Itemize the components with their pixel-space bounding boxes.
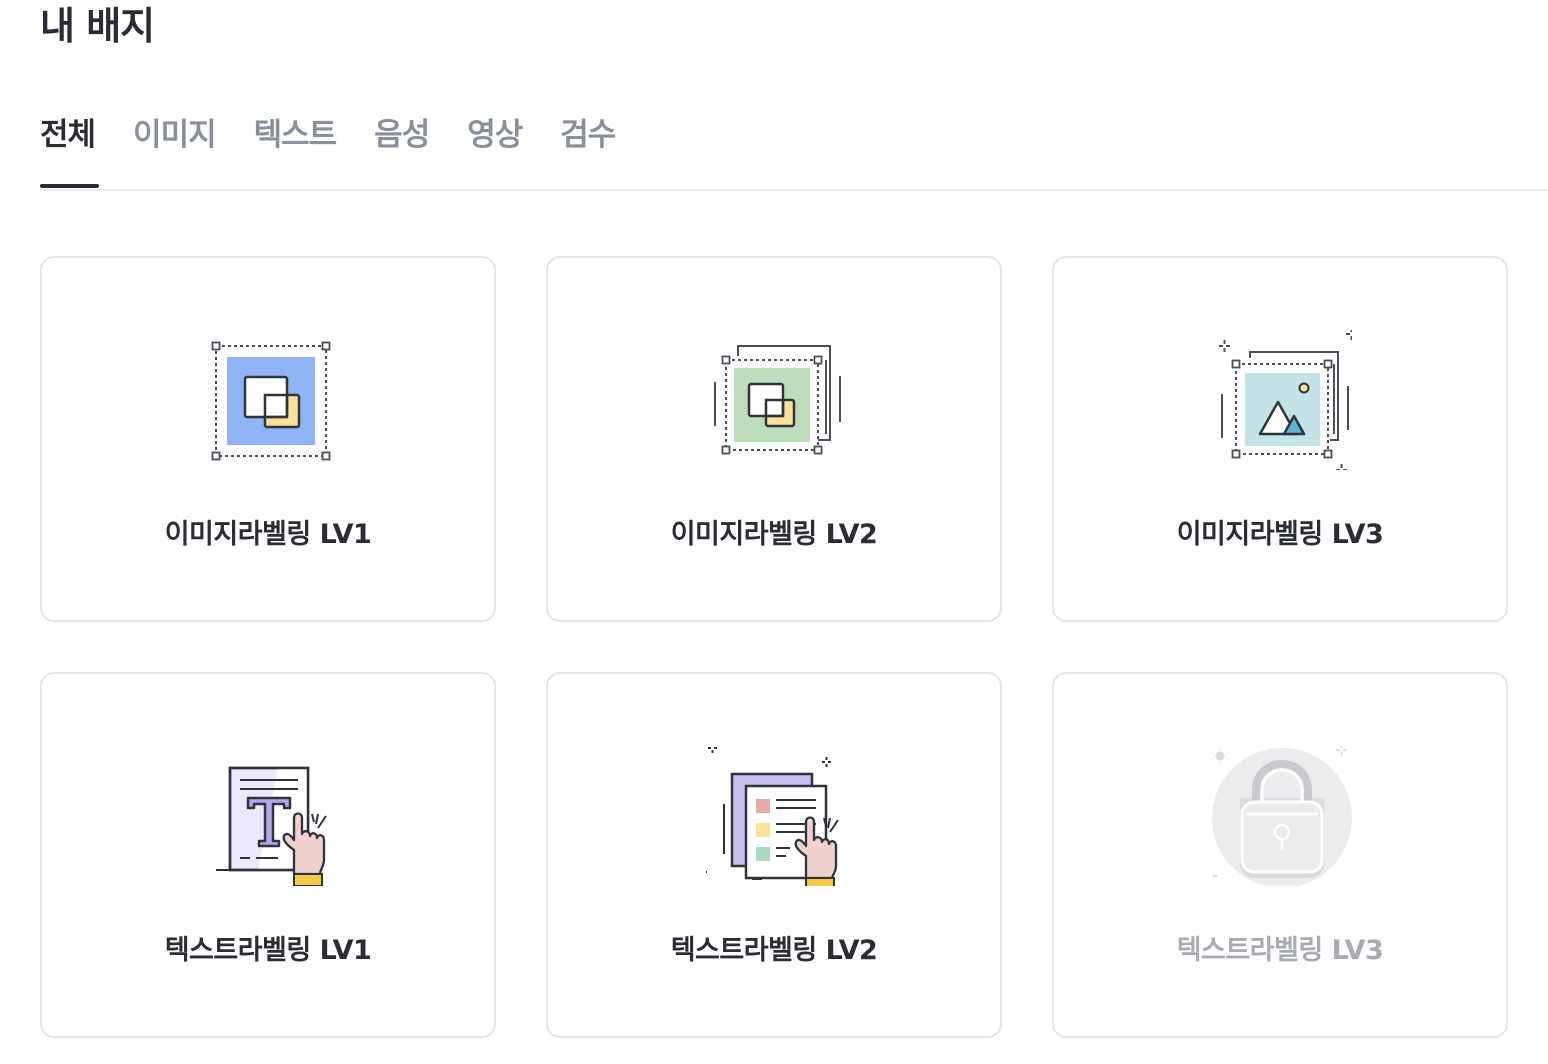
text-labeling-lv1-icon [200,746,340,886]
badge-label: 텍스트라벨링 LV3 [1176,935,1384,966]
badge-label: 텍스트라벨링 LV1 [164,935,372,966]
badge-card-image-lv1[interactable]: 이미지라벨링 LV1 [40,256,496,622]
badge-label: 이미지라벨링 LV3 [1176,519,1384,550]
image-labeling-lv3-icon [1212,330,1352,470]
badge-label: 텍스트라벨링 LV2 [670,935,878,966]
lock-icon [1212,746,1352,886]
tabs-divider [40,189,1548,191]
badge-label: 이미지라벨링 LV2 [670,519,878,550]
category-tabs: 전체 이미지 텍스트 음성 영상 검수 [40,100,653,190]
tab-review[interactable]: 검수 [560,100,616,170]
image-labeling-lv2-icon [706,330,846,470]
tab-text[interactable]: 텍스트 [254,100,338,170]
image-labeling-lv1-icon [200,330,340,470]
badge-card-image-lv2[interactable]: 이미지라벨링 LV2 [546,256,1002,622]
badge-card-image-lv3[interactable]: 이미지라벨링 LV3 [1052,256,1508,622]
badge-card-text-lv3[interactable]: 텍스트라벨링 LV3 [1052,672,1508,1038]
badge-card-text-lv2[interactable]: 텍스트라벨링 LV2 [546,672,1002,1038]
page-title: 내 배지 [40,4,155,48]
badge-card-text-lv1[interactable]: 텍스트라벨링 LV1 [40,672,496,1038]
tab-voice[interactable]: 음성 [374,100,430,170]
tab-all[interactable]: 전체 [40,100,100,188]
badge-label: 이미지라벨링 LV1 [164,519,372,550]
tab-video[interactable]: 영상 [467,100,523,170]
text-labeling-lv2-icon [706,746,846,886]
tab-image[interactable]: 이미지 [133,100,217,170]
